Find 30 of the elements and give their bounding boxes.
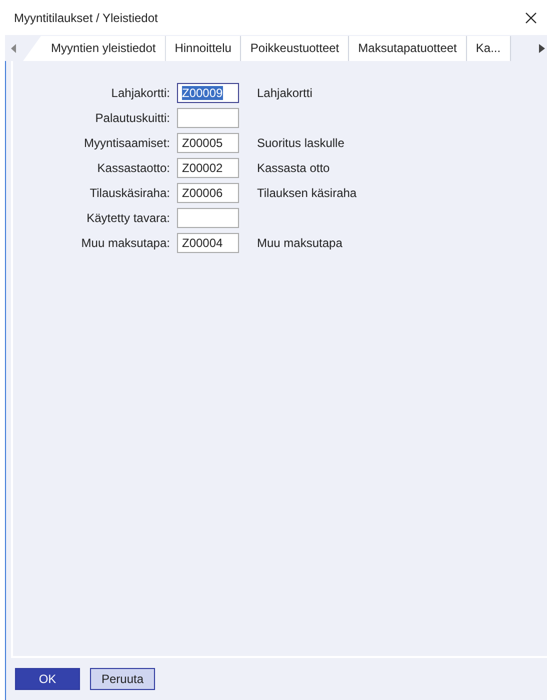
input-field[interactable]: Z00005: [177, 133, 239, 153]
input-field[interactable]: Z00009: [177, 83, 239, 103]
ok-button[interactable]: OK: [15, 668, 80, 690]
tab[interactable]: Poikkeustuotteet: [241, 36, 350, 61]
field-label: Kassastaotto:: [96, 161, 171, 175]
tab[interactable]: Maksutapatuotteet: [349, 36, 467, 61]
input-field[interactable]: [177, 208, 239, 228]
window-title: Myyntitilaukset / Yleistiedot: [14, 10, 158, 24]
cancel-button[interactable]: Peruuta: [90, 668, 155, 690]
input-field[interactable]: [177, 108, 239, 128]
field-description: Suoritus laskulle: [256, 136, 346, 150]
tab[interactable]: Ka...: [466, 36, 511, 61]
input-field[interactable]: Z00002: [177, 158, 239, 178]
field-description: Muu maksutapa: [256, 236, 344, 250]
field-description: Lahjakortti: [256, 86, 314, 100]
field-label: Palautuskuitti:: [94, 111, 171, 125]
scroll-left-icon[interactable]: [11, 44, 17, 52]
field-description: Tilauksen käsiraha: [256, 186, 358, 200]
field-label: Lahjakortti:: [110, 86, 171, 100]
tab[interactable]: Myyntien yleistiedot: [23, 36, 166, 61]
input-field[interactable]: Z00006: [177, 183, 239, 203]
tab[interactable]: Hinnoittelu: [166, 36, 242, 61]
field-label: Käytetty tavara:: [86, 211, 171, 225]
field-description: Kassasta otto: [256, 161, 331, 175]
scroll-right-icon[interactable]: [539, 44, 545, 52]
input-field[interactable]: Z00004: [177, 233, 239, 253]
field-label: Tilauskäsiraha:: [88, 186, 171, 200]
field-label: Muu maksutapa:: [80, 236, 171, 250]
field-label: Myyntisaamiset:: [82, 136, 171, 150]
close-icon: [525, 12, 537, 24]
